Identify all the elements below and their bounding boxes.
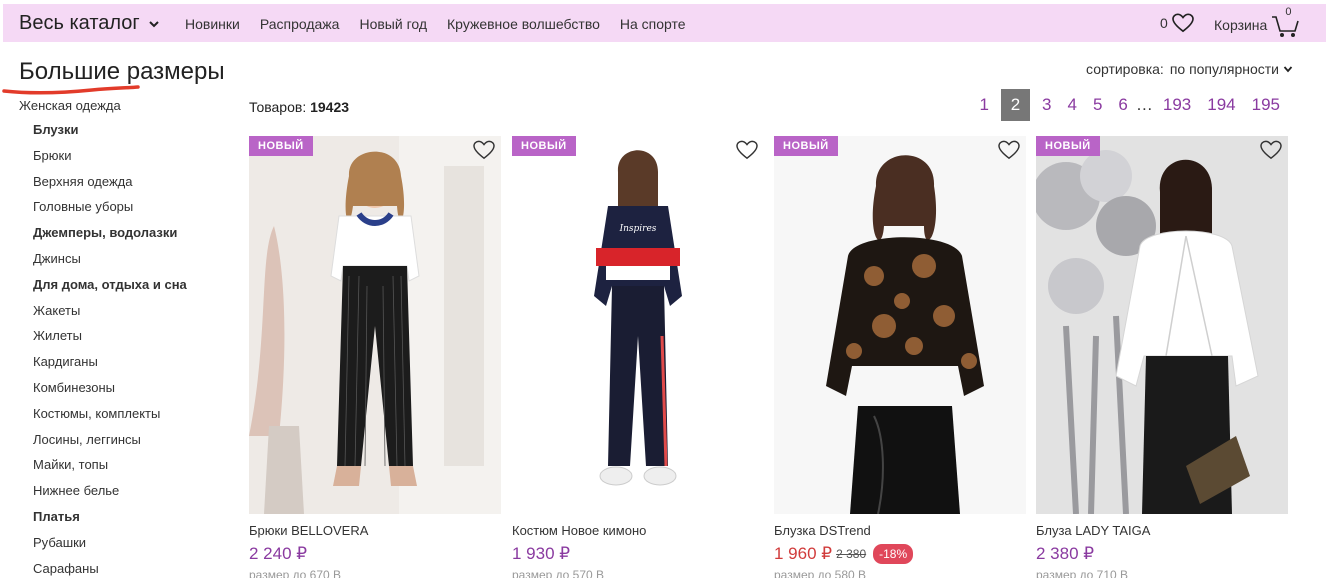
product-image: Inspires: [512, 136, 764, 514]
svg-text:Inspires: Inspires: [619, 224, 657, 234]
sidebar-item[interactable]: Головные уборы: [33, 198, 229, 224]
page-link[interactable]: 194: [1199, 89, 1243, 121]
sidebar-item[interactable]: Майки, топы: [33, 456, 229, 482]
sort-value: по популярности: [1169, 61, 1279, 77]
catalog-label: Весь каталог: [19, 12, 140, 34]
product-name[interactable]: Блуза LADY TAIGA: [1036, 523, 1288, 538]
pagination: 1 2 3 4 5 6 … 193 194 195: [972, 89, 1288, 121]
top-navigation-bar: Весь каталог Новинки Распродажа Новый го…: [3, 4, 1326, 42]
discount-badge: -18%: [873, 544, 914, 564]
product-price: 1 960 ₽: [774, 544, 833, 563]
sidebar-item[interactable]: Сарафаны: [33, 560, 229, 578]
sidebar-item[interactable]: Рубашки: [33, 534, 229, 560]
heart-icon[interactable]: [1260, 140, 1282, 160]
sidebar-item[interactable]: Блузки: [33, 121, 229, 147]
product-size-note: размер до 570 В: [512, 568, 605, 578]
product-card[interactable]: НОВЫЙ Блуза LADY TAIGA 2 380 ₽ размер до…: [1036, 136, 1288, 578]
sort-dropdown[interactable]: сортировка: по популярности: [1086, 61, 1293, 77]
cart-count: 0: [1285, 6, 1292, 18]
count-value: 19423: [310, 99, 350, 115]
page-link[interactable]: 3: [1034, 89, 1059, 121]
product-card[interactable]: НОВЫЙ Брюки BELLOVERA 2 240 ₽ размер до …: [249, 136, 501, 578]
sidebar-item[interactable]: Лосины, леггинсы: [33, 431, 229, 457]
product-price: 2 240 ₽: [249, 544, 308, 563]
new-badge: НОВЫЙ: [512, 136, 576, 156]
product-price: 2 380 ₽: [1036, 544, 1095, 563]
sidebar-item[interactable]: Кардиганы: [33, 353, 229, 379]
heart-icon[interactable]: [998, 140, 1020, 160]
page-link[interactable]: 6: [1110, 89, 1135, 121]
old-price: 2 380: [836, 547, 867, 561]
sidebar-item[interactable]: Для дома, отдыха и сна: [33, 276, 229, 302]
heart-icon[interactable]: [473, 140, 495, 160]
nav-item-lace[interactable]: Кружевное волшебство: [447, 16, 600, 32]
heart-icon[interactable]: [736, 140, 758, 160]
product-photo[interactable]: НОВЫЙ: [774, 136, 1026, 514]
sidebar-item[interactable]: Комбинезоны: [33, 379, 229, 405]
page-link[interactable]: 1: [972, 89, 997, 121]
product-size-note: размер до 670 В: [249, 568, 342, 578]
category-sidebar: Женская одежда Блузки Брюки Верхняя одеж…: [19, 98, 229, 578]
sidebar-item[interactable]: Брюки: [33, 147, 229, 173]
count-label: Товаров:: [249, 99, 307, 115]
sidebar-item[interactable]: Верхняя одежда: [33, 173, 229, 199]
product-name[interactable]: Блузка DSTrend: [774, 523, 1026, 538]
pagination-ellipsis: …: [1135, 95, 1153, 114]
cart-button[interactable]: Корзина 0: [1214, 6, 1301, 37]
product-image: [249, 136, 501, 514]
nav-item-sale[interactable]: Распродажа: [260, 16, 340, 32]
cart-label: Корзина: [1214, 17, 1268, 33]
product-card[interactable]: Inspires НОВЫЙ Костюм Новое кимоно 1 930…: [512, 136, 764, 578]
sort-label: сортировка:: [1086, 61, 1164, 77]
new-badge: НОВЫЙ: [249, 136, 313, 156]
subcategory-list: Блузки Брюки Верхняя одежда Головные убо…: [19, 121, 229, 578]
product-card[interactable]: НОВЫЙ Блузка DSTrend 1 960 ₽ 2 380 -18% …: [774, 136, 1026, 578]
chevron-down-icon: [1283, 66, 1293, 73]
page-link[interactable]: 4: [1059, 89, 1084, 121]
sidebar-parent-category[interactable]: Женская одежда: [19, 98, 229, 113]
product-photo[interactable]: НОВЫЙ: [249, 136, 501, 514]
page-link[interactable]: 193: [1155, 89, 1199, 121]
product-photo[interactable]: НОВЫЙ: [1036, 136, 1288, 514]
favorites-button[interactable]: 0: [1160, 13, 1194, 33]
main-nav: Новинки Распродажа Новый год Кружевное в…: [185, 16, 706, 32]
chevron-down-icon: [148, 20, 159, 27]
product-image: [1036, 136, 1288, 514]
product-size-note: размер до 580 В: [774, 568, 867, 578]
product-name[interactable]: Брюки BELLOVERA: [249, 523, 501, 538]
sidebar-item[interactable]: Жилеты: [33, 327, 229, 353]
sidebar-item[interactable]: Джемперы, водолазки: [33, 224, 229, 250]
page-link-active[interactable]: 2: [1001, 89, 1030, 121]
product-price: 1 930 ₽: [512, 544, 571, 563]
favorites-count: 0: [1160, 15, 1168, 31]
new-badge: НОВЫЙ: [1036, 136, 1100, 156]
sidebar-item[interactable]: Жакеты: [33, 302, 229, 328]
nav-item-sport[interactable]: На спорте: [620, 16, 686, 32]
product-count: Товаров: 19423: [249, 99, 349, 115]
nav-item-new-year[interactable]: Новый год: [359, 16, 427, 32]
sidebar-item[interactable]: Нижнее белье: [33, 482, 229, 508]
new-badge: НОВЫЙ: [774, 136, 838, 156]
product-image: [774, 136, 1026, 514]
title-underline-mark: [2, 85, 140, 95]
page-link[interactable]: 195: [1244, 89, 1288, 121]
nav-item-new[interactable]: Новинки: [185, 16, 240, 32]
page-link[interactable]: 5: [1085, 89, 1110, 121]
catalog-menu-button[interactable]: Весь каталог: [19, 12, 160, 35]
sidebar-item[interactable]: Джинсы: [33, 250, 229, 276]
product-photo[interactable]: Inspires НОВЫЙ: [512, 136, 764, 514]
product-name[interactable]: Костюм Новое кимоно: [512, 523, 764, 538]
sidebar-item[interactable]: Платья: [33, 508, 229, 534]
heart-icon: [1171, 13, 1194, 33]
sidebar-item[interactable]: Костюмы, комплекты: [33, 405, 229, 431]
product-size-note: размер до 710 В: [1036, 568, 1129, 578]
